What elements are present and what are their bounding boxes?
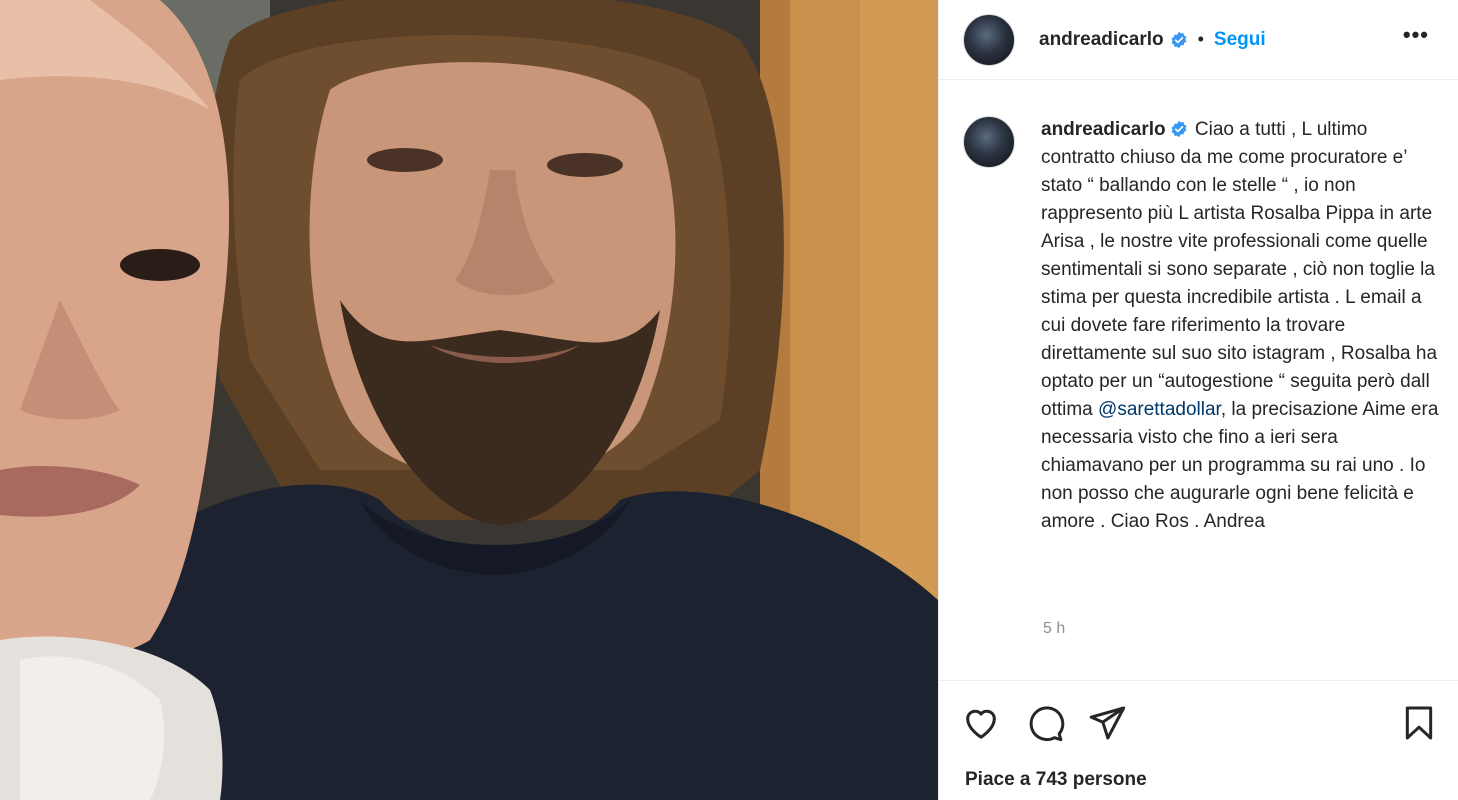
author-avatar[interactable]	[963, 13, 1015, 66]
post-header: andreadicarlo • Segui •••	[939, 0, 1458, 80]
caption-username[interactable]: andreadicarlo	[1041, 119, 1166, 140]
comment-icon[interactable]	[1025, 703, 1065, 743]
post-actions-bar: Piace a 743 persone	[939, 680, 1458, 800]
paper-plane-icon[interactable]	[1087, 703, 1127, 743]
post-timestamp[interactable]: 5 h	[1043, 620, 1065, 638]
verified-badge-icon	[1171, 31, 1187, 48]
separator-dot: •	[1197, 29, 1204, 49]
photo-illustration	[0, 0, 938, 800]
heart-icon[interactable]	[961, 703, 1001, 743]
caption-text: andreadicarlo Ciao a tutti , L ultimo co…	[1041, 116, 1441, 536]
post-photo[interactable]	[0, 0, 938, 800]
caption-author-avatar[interactable]	[963, 116, 1015, 168]
bookmark-icon[interactable]	[1399, 703, 1439, 743]
likes-count[interactable]: Piace a 743 persone	[965, 769, 1147, 791]
verified-badge-icon	[1171, 120, 1187, 138]
post-side-panel: andreadicarlo • Segui ••• andreadicarlo …	[938, 0, 1458, 800]
author-username[interactable]: andreadicarlo	[1039, 29, 1164, 51]
follow-button[interactable]: Segui	[1214, 29, 1266, 51]
caption-body-part1: Ciao a tutti , L ultimo contratto chiuso…	[1041, 119, 1438, 420]
caption-mention-link[interactable]: @sarettadollar	[1098, 399, 1221, 420]
post-caption: andreadicarlo Ciao a tutti , L ultimo co…	[963, 116, 1443, 536]
more-options-icon[interactable]: •••	[1403, 22, 1429, 48]
